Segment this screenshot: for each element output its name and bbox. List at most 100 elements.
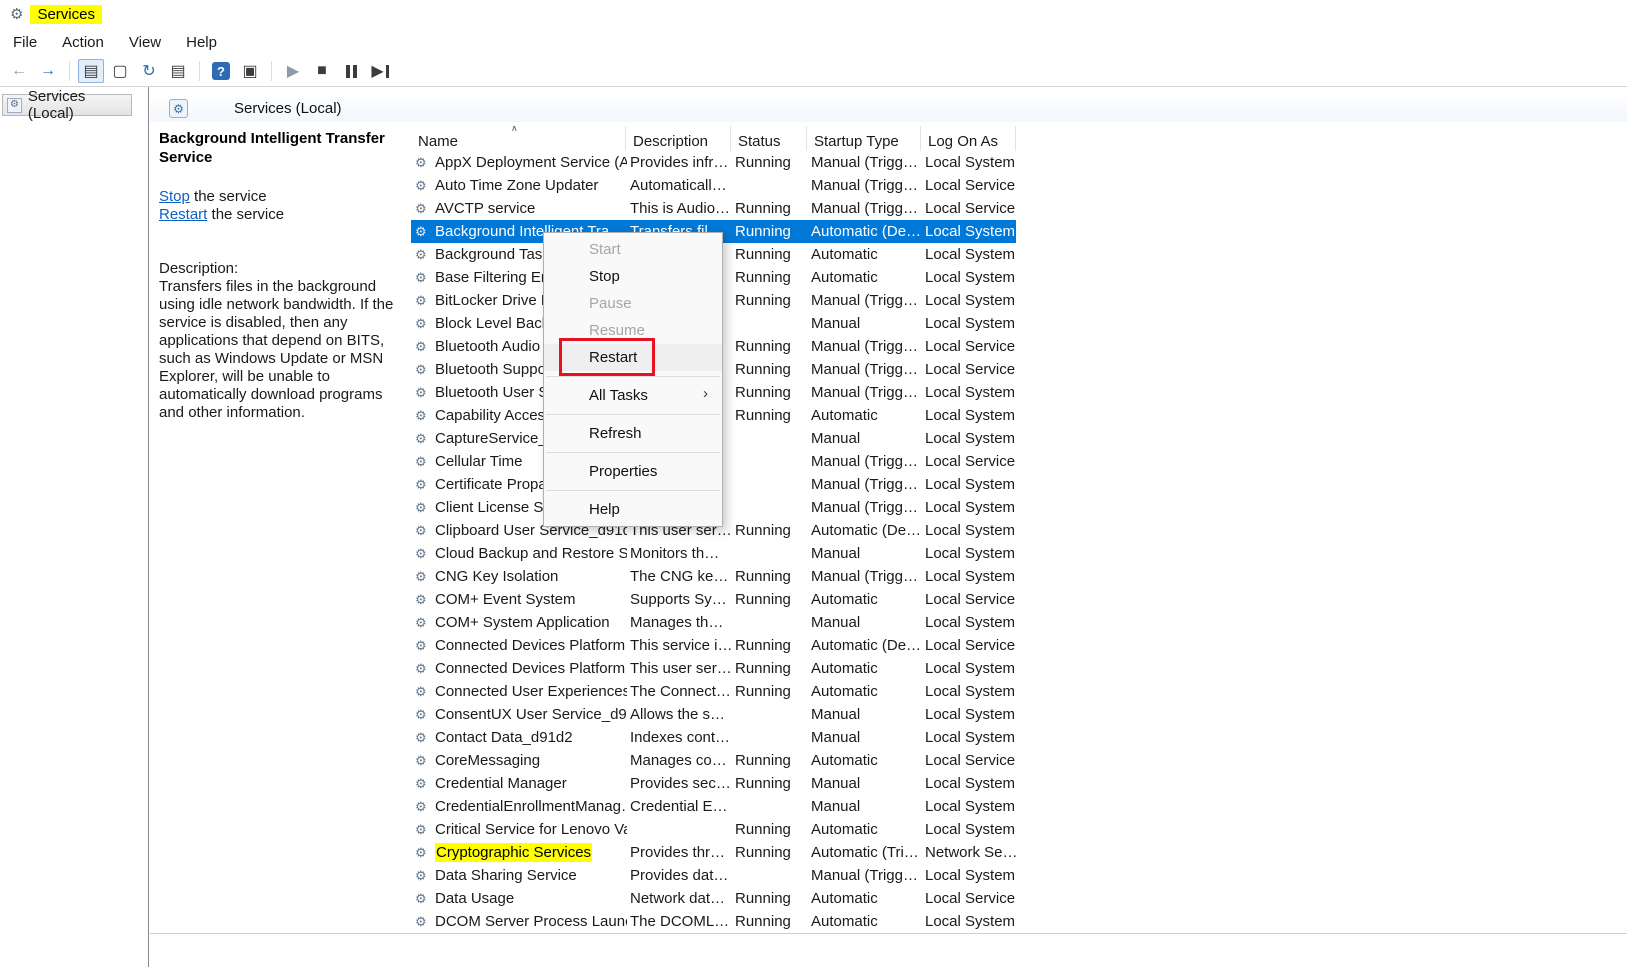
menu-item-label: Resume [589, 322, 645, 339]
service-status-cell: Running [735, 197, 809, 220]
service-status-cell: Running [735, 772, 809, 795]
service-logon-cell: Local Service [925, 358, 1016, 381]
service-logon-cell: Local System [925, 703, 1016, 726]
service-row[interactable]: ⚙ Data Sharing Service Provides dat… Man… [411, 864, 1016, 887]
service-row[interactable]: ⚙ CredentialEnrollmentManag… Credential … [411, 795, 1016, 818]
back-button[interactable]: ← [6, 59, 32, 83]
service-name-cell: CNG Key Isolation [435, 565, 627, 588]
service-row[interactable]: ⚙ AVCTP service This is Audio… Running M… [411, 197, 1016, 220]
service-row[interactable]: ⚙ ConsentUX User Service_d91… Allows the… [411, 703, 1016, 726]
service-row[interactable]: ⚙ Cloud Backup and Restore S… Monitors t… [411, 542, 1016, 565]
menu-help[interactable]: Help [177, 30, 226, 55]
submenu-arrow-icon: › [703, 385, 708, 402]
service-startup-cell: Manual (Trigg… [811, 197, 923, 220]
service-row[interactable]: ⚙ AppX Deployment Service (A… Provides i… [411, 151, 1016, 174]
column-header-log-on-as[interactable]: Log On As [921, 126, 1016, 151]
service-startup-cell: Automatic [811, 887, 923, 910]
service-row[interactable]: ⚙ Data Usage Network dat… Running Automa… [411, 887, 1016, 910]
column-header-name[interactable]: ∧ Name [411, 126, 626, 151]
service-startup-cell: Manual (Trigg… [811, 174, 923, 197]
refresh-button[interactable]: ↻ [136, 59, 162, 83]
service-gear-icon: ⚙ [415, 381, 434, 404]
service-gear-icon: ⚙ [415, 473, 434, 496]
menu-item-help[interactable]: Help [544, 496, 722, 523]
context-menu-items: Start Stop Pause Resume Restart All Task… [544, 236, 722, 523]
column-header-description[interactable]: Description [626, 126, 731, 151]
service-gear-icon: ⚙ [415, 795, 434, 818]
service-row[interactable]: ⚙ Auto Time Zone Updater Automaticall… M… [411, 174, 1016, 197]
service-row[interactable]: ⚙ CoreMessaging Manages co… Running Auto… [411, 749, 1016, 772]
service-status-cell: Running [735, 657, 809, 680]
service-row[interactable]: ⚙ Credential Manager Provides sec… Runni… [411, 772, 1016, 795]
service-gear-icon: ⚙ [415, 197, 434, 220]
menu-item-restart[interactable]: Restart [544, 344, 722, 371]
menu-item-refresh[interactable]: Refresh [544, 420, 722, 447]
service-startup-cell: Manual [811, 772, 923, 795]
stop-service-button[interactable]: ■ [309, 59, 335, 83]
service-status-cell [735, 611, 809, 634]
column-header-startup-type[interactable]: Startup Type [807, 126, 921, 151]
service-logon-cell: Local System [925, 565, 1016, 588]
service-startup-cell: Manual (Trigg… [811, 381, 923, 404]
service-row[interactable]: ⚙ Connected User Experiences … The Conne… [411, 680, 1016, 703]
sort-ascending-icon: ∧ [511, 126, 518, 134]
start-service-button[interactable]: ▶ [280, 59, 306, 83]
service-logon-cell: Local Service [925, 634, 1016, 657]
service-row[interactable]: ⚙ Cryptographic Services Provides thr… R… [411, 841, 1016, 864]
service-startup-cell: Automatic [811, 243, 923, 266]
service-startup-cell: Automatic [811, 680, 923, 703]
service-gear-icon: ⚙ [415, 174, 434, 197]
menu-item-label: Help [589, 501, 620, 518]
menu-item-properties[interactable]: Properties [544, 458, 722, 485]
service-description-cell: Manages co… [630, 749, 733, 772]
service-logon-cell: Local System [925, 496, 1016, 519]
service-description-cell: Manages th… [630, 611, 733, 634]
service-row[interactable]: ⚙ COM+ System Application Manages th… Ma… [411, 611, 1016, 634]
show-console-tree-button[interactable]: ▤ [78, 59, 104, 83]
service-startup-cell: Automatic (De… [811, 220, 923, 243]
service-logon-cell: Local System [925, 289, 1016, 312]
service-name-cell: AppX Deployment Service (A… [435, 151, 627, 174]
service-name-cell: CoreMessaging [435, 749, 627, 772]
service-status-cell [735, 427, 809, 450]
service-name-cell: Connected Devices Platform … [435, 657, 627, 680]
help-button[interactable]: ? [208, 59, 234, 83]
services-header-icon: ⚙ [169, 99, 188, 118]
service-logon-cell: Local System [925, 266, 1016, 289]
console-window-button[interactable]: ▣ [237, 59, 263, 83]
service-gear-icon: ⚙ [415, 335, 434, 358]
service-gear-icon: ⚙ [415, 519, 434, 542]
stop-service-link[interactable]: Stop [159, 188, 190, 205]
service-description-cell: The Connect… [630, 680, 733, 703]
restart-service-button[interactable]: ▶ [367, 59, 393, 83]
menu-action[interactable]: Action [53, 30, 113, 55]
menu-file[interactable]: File [4, 30, 46, 55]
properties-sheet-button[interactable]: ▢ [107, 59, 133, 83]
service-row[interactable]: ⚙ Critical Service for Lenovo Va… Runnin… [411, 818, 1016, 841]
service-startup-cell: Manual [811, 427, 923, 450]
help-icon: ? [212, 62, 230, 80]
restart-service-link[interactable]: Restart [159, 206, 207, 223]
service-description-cell: Automaticall… [630, 174, 733, 197]
service-startup-cell: Manual [811, 542, 923, 565]
service-startup-cell: Manual (Trigg… [811, 473, 923, 496]
export-list-button[interactable]: ▤ [165, 59, 191, 83]
service-startup-cell: Automatic [811, 404, 923, 427]
service-row[interactable]: ⚙ Connected Devices Platform … This user… [411, 657, 1016, 680]
service-row[interactable]: ⚙ Connected Devices Platform … This serv… [411, 634, 1016, 657]
pause-service-button[interactable] [338, 59, 364, 83]
service-gear-icon: ⚙ [415, 910, 434, 933]
service-status-cell: Running [735, 266, 809, 289]
service-startup-cell: Automatic (De… [811, 519, 923, 542]
menu-item-stop[interactable]: Stop [544, 263, 722, 290]
menu-item-all-tasks[interactable]: All Tasks › [544, 382, 722, 409]
menu-view[interactable]: View [120, 30, 170, 55]
column-header-status[interactable]: Status [731, 126, 807, 151]
service-row[interactable]: ⚙ DCOM Server Process Launc… The DCOML… … [411, 910, 1016, 933]
service-row[interactable]: ⚙ Contact Data_d91d2 Indexes cont… Manua… [411, 726, 1016, 749]
service-row[interactable]: ⚙ COM+ Event System Supports Sy… Running… [411, 588, 1016, 611]
tree-item-services-local[interactable]: ⚙ Services (Local) [2, 94, 132, 116]
menu-item-label: Start [589, 241, 621, 258]
forward-button[interactable]: → [35, 59, 61, 83]
service-row[interactable]: ⚙ CNG Key Isolation The CNG ke… Running … [411, 565, 1016, 588]
